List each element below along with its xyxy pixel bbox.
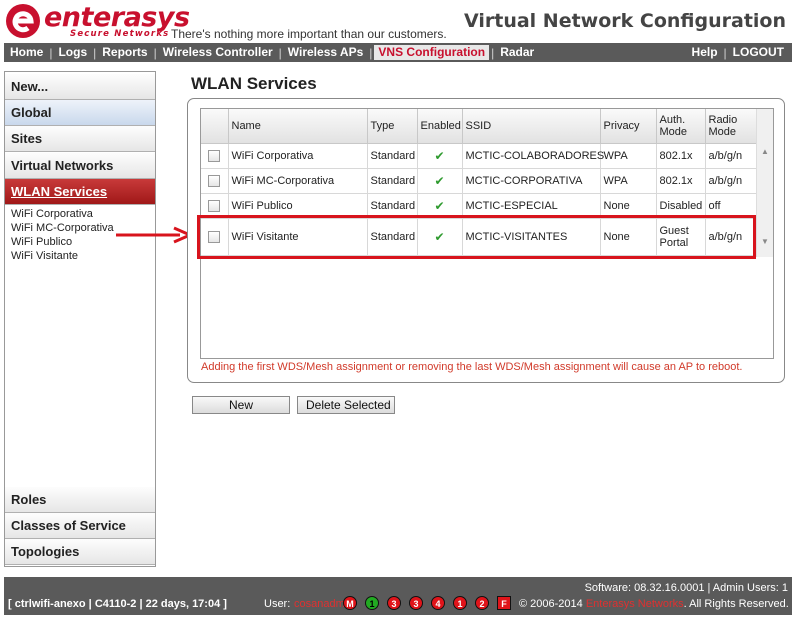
brand-link[interactable]: Enterasys Networks [586, 598, 684, 610]
logo-subtitle: Secure Networks [70, 29, 170, 39]
table-row[interactable]: WiFi Corporativa Standard ✔ MCTIC-COLABO… [201, 143, 757, 169]
column-header-privacy[interactable]: Privacy [600, 109, 657, 144]
nav-help[interactable]: Help [686, 43, 724, 62]
alarm-count-icon[interactable]: 3 [387, 596, 401, 610]
cell-auth-mode: 802.1x [656, 143, 706, 169]
main-nav: Home | Logs | Reports | Wireless Controller… [4, 43, 792, 62]
alarm-count-icon[interactable]: 2 [475, 596, 489, 610]
column-header-name[interactable]: Name [228, 109, 368, 144]
nav-logout[interactable]: LOGOUT [727, 43, 790, 62]
alarm-info-icon[interactable]: 1 [365, 596, 379, 610]
sidebar: New... Global Sites Virtual Networks WLA… [4, 71, 156, 567]
annotation-highlight-box [197, 215, 756, 259]
column-header-type[interactable]: Type [367, 109, 418, 144]
alarm-count-icon[interactable]: 3 [409, 596, 423, 610]
nav-radar[interactable]: Radar [494, 43, 540, 62]
copyright-suffix: . All Rights Reserved. [683, 598, 789, 610]
cell-type: Standard [367, 168, 418, 194]
copyright: © 2006-2014 Enterasys Networks. All Righ… [519, 598, 789, 610]
scroll-down-icon[interactable]: ▼ [761, 237, 769, 246]
sidebar-item-virtual-networks[interactable]: Virtual Networks [5, 153, 155, 179]
nav-logs[interactable]: Logs [52, 43, 93, 62]
delete-selected-button[interactable]: Delete Selected [297, 396, 395, 414]
tagline: There's nothing more important than our … [171, 27, 447, 41]
copyright-prefix: © 2006-2014 [519, 598, 583, 610]
new-button[interactable]: New [192, 396, 290, 414]
row-checkbox[interactable] [208, 149, 220, 162]
cell-privacy: WPA [600, 168, 657, 194]
cell-radio-mode: a/b/g/n [705, 168, 757, 194]
sidebar-subitem-wifi-publico[interactable]: WiFi Publico [11, 236, 72, 248]
nav-reports[interactable]: Reports [96, 43, 153, 62]
cell-ssid: MCTIC-COLABORADORES [462, 143, 604, 169]
cell-ssid: MCTIC-CORPORATIVA [462, 168, 601, 194]
current-user: cosanadm [294, 598, 345, 610]
page-heading: Virtual Network Configuration [463, 10, 786, 32]
wds-mesh-warning: Adding the first WDS/Mesh assignment or … [201, 361, 743, 373]
column-header-select [201, 109, 229, 144]
nav-wireless-aps[interactable]: Wireless APs [282, 43, 370, 62]
cell-privacy: WPA [600, 143, 657, 169]
annotation-arrow-icon [116, 226, 194, 244]
sidebar-item-topologies[interactable]: Topologies [5, 539, 155, 565]
cell-radio-mode: a/b/g/n [705, 143, 757, 169]
cell-name: WiFi MC-Corporativa [228, 168, 368, 194]
sidebar-item-global[interactable]: Global [5, 100, 155, 126]
user-label: User: [264, 598, 291, 610]
sidebar-item-wlan-services[interactable]: WLAN Services [5, 179, 155, 205]
alarm-flag-icon[interactable]: F [497, 596, 511, 610]
sidebar-subitem-wifi-corporativa[interactable]: WiFi Corporativa [11, 208, 93, 220]
column-header-enabled[interactable]: Enabled [417, 109, 463, 144]
enabled-check-icon: ✔ [434, 148, 445, 163]
page-title: WLAN Services [191, 74, 317, 93]
alarm-count-icon[interactable]: 1 [453, 596, 467, 610]
alarm-indicators: M 1 3 3 4 1 2 F [343, 596, 511, 610]
sidebar-subitem-wifi-visitante[interactable]: WiFi Visitante [11, 250, 78, 262]
alarm-count-icon[interactable]: 4 [431, 596, 445, 610]
sidebar-item-classes-of-service[interactable]: Classes of Service [5, 513, 155, 539]
nav-vns-configuration[interactable]: VNS Configuration [374, 45, 490, 60]
alarm-major-icon[interactable]: M [343, 596, 357, 610]
table-row[interactable]: WiFi MC-Corporativa Standard ✔ MCTIC-COR… [201, 168, 757, 194]
enabled-check-icon: ✔ [434, 198, 445, 213]
enterasys-logo-icon [6, 4, 40, 38]
column-header-radio-mode[interactable]: Radio Mode [705, 109, 757, 144]
cell-name: WiFi Corporativa [228, 143, 368, 169]
nav-wireless-controller[interactable]: Wireless Controller [157, 43, 279, 62]
scroll-up-icon[interactable]: ▲ [761, 147, 769, 156]
cell-type: Standard [367, 143, 418, 169]
sidebar-item-sites[interactable]: Sites [5, 126, 155, 152]
column-header-auth-mode[interactable]: Auth. Mode [656, 109, 706, 144]
column-header-ssid[interactable]: SSID [462, 109, 601, 144]
table-header-row: Name Type Enabled SSID Privacy Auth. Mod… [201, 109, 757, 144]
row-checkbox[interactable] [208, 199, 220, 212]
enabled-check-icon: ✔ [434, 173, 445, 188]
sidebar-item-new[interactable]: New... [5, 74, 155, 100]
row-checkbox[interactable] [208, 174, 220, 187]
nav-home[interactable]: Home [4, 43, 49, 62]
software-version: Software: 08.32.16.0001 | Admin Users: 1 [584, 582, 788, 594]
controller-status: [ ctrlwifi-anexo | C4110-2 | 22 days, 17… [8, 598, 227, 610]
header: enterasys Secure Networks There's nothin… [0, 0, 796, 42]
sidebar-item-roles[interactable]: Roles [5, 487, 155, 513]
status-bar: Software: 08.32.16.0001 | Admin Users: 1… [4, 577, 792, 615]
cell-auth-mode: 802.1x [656, 168, 706, 194]
sidebar-subitem-wifi-mc-corporativa[interactable]: WiFi MC-Corporativa [11, 222, 114, 234]
table-scrollbar[interactable]: ▲ ▼ [756, 109, 773, 257]
